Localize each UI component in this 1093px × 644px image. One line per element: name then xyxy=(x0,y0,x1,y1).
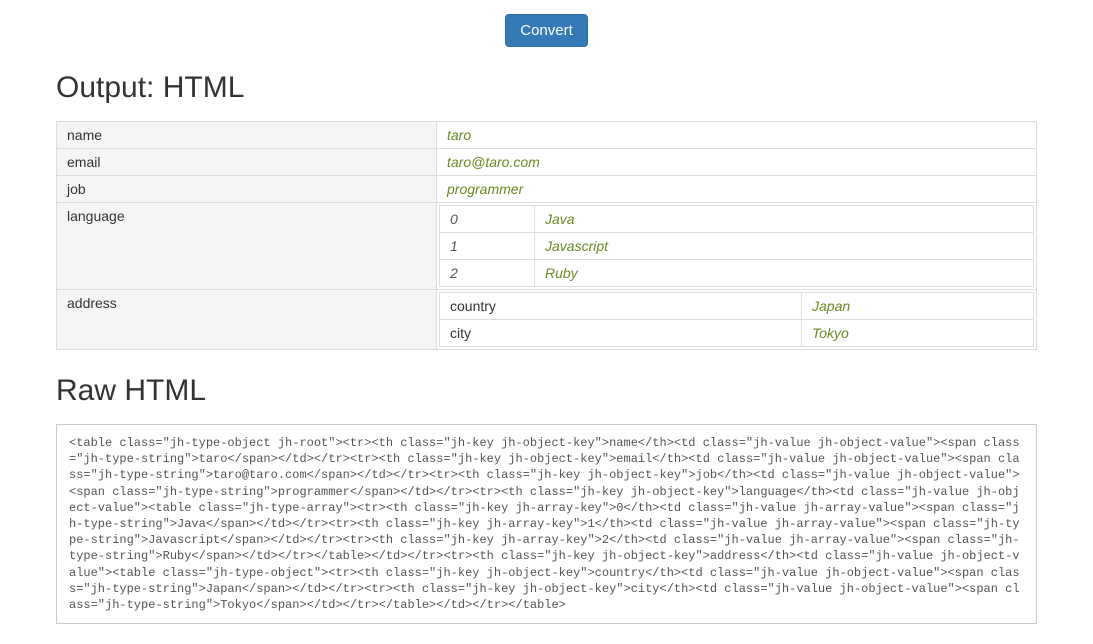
table-row: 2 Ruby xyxy=(440,260,1034,287)
array-index: 2 xyxy=(440,260,535,287)
output-table: name taro email taro@taro.com job progra… xyxy=(56,121,1037,350)
raw-html-output[interactable]: <table class="jh-type-object jh-root"><t… xyxy=(56,424,1037,624)
array-value: Javascript xyxy=(545,238,608,254)
address-object-table: country Japan city Tokyo xyxy=(439,292,1034,347)
key-job: job xyxy=(57,176,437,203)
raw-html-heading: Raw HTML xyxy=(56,374,1037,408)
value-country: Japan xyxy=(812,298,850,314)
key-address: address xyxy=(57,290,437,350)
table-row: address country Japan city Tokyo xyxy=(57,290,1037,350)
table-row: email taro@taro.com xyxy=(57,149,1037,176)
table-row: city Tokyo xyxy=(440,320,1034,347)
value-city: Tokyo xyxy=(812,325,849,341)
value-job: programmer xyxy=(447,181,523,197)
key-city: city xyxy=(440,320,802,347)
value-email: taro@taro.com xyxy=(447,154,540,170)
key-language: language xyxy=(57,203,437,290)
key-email: email xyxy=(57,149,437,176)
value-name: taro xyxy=(447,127,471,143)
convert-button[interactable]: Convert xyxy=(505,14,588,47)
array-value: Ruby xyxy=(545,265,578,281)
key-country: country xyxy=(440,293,802,320)
output-heading: Output: HTML xyxy=(56,71,1037,105)
table-row: 1 Javascript xyxy=(440,233,1034,260)
table-row: 0 Java xyxy=(440,206,1034,233)
table-row: language 0 Java 1 Javascript 2 Ruby xyxy=(57,203,1037,290)
array-index: 1 xyxy=(440,233,535,260)
table-row: job programmer xyxy=(57,176,1037,203)
table-row: name taro xyxy=(57,122,1037,149)
language-array-table: 0 Java 1 Javascript 2 Ruby xyxy=(439,205,1034,287)
key-name: name xyxy=(57,122,437,149)
table-row: country Japan xyxy=(440,293,1034,320)
array-index: 0 xyxy=(440,206,535,233)
array-value: Java xyxy=(545,211,575,227)
